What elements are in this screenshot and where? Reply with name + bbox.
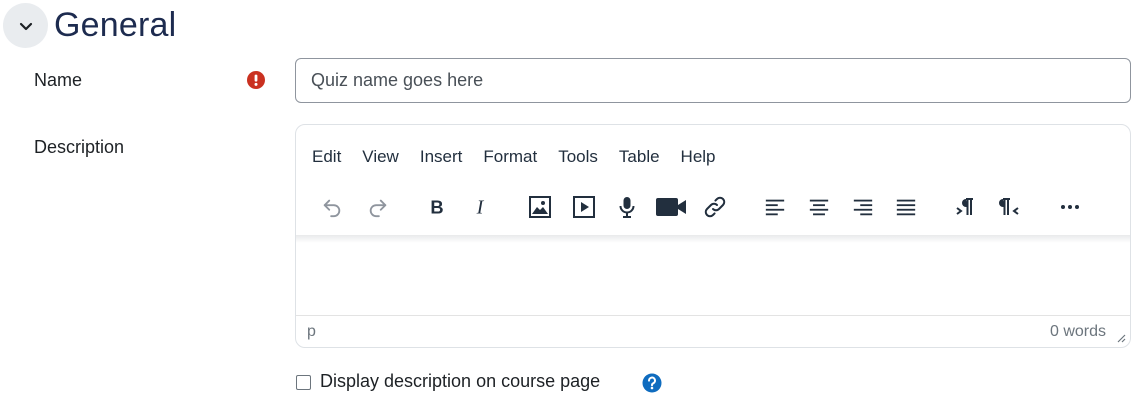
toolbar-shadow [296,235,1130,243]
editor-content-area[interactable] [296,243,1130,316]
description-editor[interactable]: Edit View Insert Format Tools Table Help… [295,124,1131,348]
svg-text:B: B [430,196,443,217]
link-icon [704,196,726,218]
resize-handle-icon[interactable] [1114,331,1126,343]
video-camera-icon [656,198,686,216]
insert-link-button[interactable] [698,190,732,224]
italic-icon: I [476,196,485,218]
more-icon [1061,205,1079,209]
question-circle-icon[interactable] [642,373,662,393]
ltr-icon [956,198,973,215]
microphone-icon [619,197,635,218]
editor-menubar: Edit View Insert Format Tools Table Help [312,147,737,167]
record-audio-button[interactable] [610,190,644,224]
undo-icon [323,199,341,218]
align-right-icon [853,199,873,216]
menu-edit[interactable]: Edit [312,147,341,167]
svg-text:I: I [476,196,485,218]
bold-icon: B [430,196,443,217]
name-input[interactable] [295,58,1131,103]
undo-button[interactable] [315,190,349,224]
menu-insert[interactable]: Insert [420,147,463,167]
display-description-checkbox[interactable] [296,375,311,390]
menu-table[interactable]: Table [619,147,660,167]
name-label: Name [34,70,83,90]
align-right-button[interactable] [846,190,880,224]
insert-image-button[interactable] [523,190,557,224]
justify-icon [896,199,916,216]
display-description-label[interactable]: Display description on course page [320,371,600,392]
chevron-down-icon [19,22,32,30]
record-video-button[interactable] [654,190,688,224]
more-button[interactable] [1053,190,1087,224]
align-left-icon [765,199,785,216]
rtl-icon [999,198,1019,215]
word-count[interactable]: 0 words [1050,323,1106,341]
section-title: General [54,6,177,44]
menu-view[interactable]: View [362,147,399,167]
section-collapse-button[interactable] [3,3,48,48]
menu-tools[interactable]: Tools [558,147,598,167]
element-path[interactable]: p [307,323,316,341]
redo-button[interactable] [361,190,395,224]
description-label: Description [34,137,125,157]
image-icon [529,196,551,218]
menu-help[interactable]: Help [681,147,716,167]
redo-icon [369,199,387,218]
editor-statusbar: p 0 words [296,315,1130,347]
left-to-right-button[interactable] [948,190,982,224]
justify-button[interactable] [889,190,923,224]
align-left-button[interactable] [758,190,792,224]
align-center-button[interactable] [802,190,836,224]
bold-button[interactable]: B [420,190,454,224]
insert-media-button[interactable] [567,190,601,224]
align-center-icon [809,199,829,216]
right-to-left-button[interactable] [993,190,1027,224]
menu-format[interactable]: Format [483,147,537,167]
italic-button[interactable]: I [463,190,497,224]
exclamation-circle-icon [247,71,265,89]
media-icon [573,196,595,218]
